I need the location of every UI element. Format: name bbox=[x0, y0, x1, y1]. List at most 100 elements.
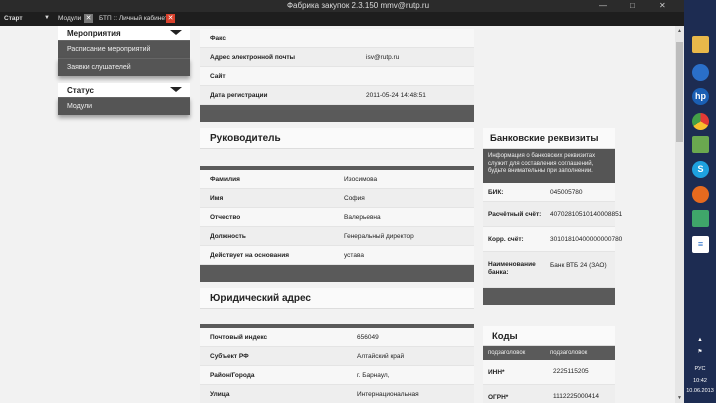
close-window-button[interactable]: ✕ bbox=[659, 1, 666, 10]
clock-date: 10.06.2013 bbox=[686, 388, 714, 394]
tab-bar: Старт ▼ Модули ✕ БТП :: Личный кабинет ✕ bbox=[0, 12, 684, 26]
field-value: 40702810510140008851 bbox=[550, 211, 623, 218]
field-value: Алтайский край bbox=[357, 353, 405, 360]
chevron-up-icon[interactable]: ▲ bbox=[684, 337, 716, 343]
field-label: Адрес электронной почты bbox=[210, 54, 296, 61]
field-value: Банк ВТБ 24 (ЗАО) bbox=[550, 262, 607, 269]
minimize-button[interactable]: — bbox=[599, 1, 607, 10]
field-value: Валерьевна bbox=[344, 214, 381, 221]
field-label: Действует на основания bbox=[210, 252, 289, 259]
table-row: Действует на основания устава bbox=[200, 246, 474, 265]
field-label: Почтовый индекс bbox=[210, 334, 268, 341]
bank-notice: Информация о банковских реквизитах служи… bbox=[483, 149, 615, 183]
table-row: Почтовый индекс 656049 bbox=[200, 328, 474, 347]
field-label: Отчество bbox=[210, 214, 241, 221]
field-label: Фамилия bbox=[210, 176, 240, 183]
scroll-down-icon[interactable]: ▼ bbox=[675, 395, 684, 401]
column-header: подзаголовок bbox=[488, 350, 526, 356]
network-icon[interactable] bbox=[692, 136, 709, 153]
app-icon[interactable] bbox=[692, 210, 709, 227]
window-titlebar: Фабрика закупок 2.3.150 mmv@rutp.ru — □ … bbox=[0, 0, 716, 12]
table-row: Наименование банка: Банк ВТБ 24 (ЗАО) bbox=[483, 252, 615, 288]
tab-cabinet-close-icon[interactable]: ✕ bbox=[166, 14, 175, 23]
column-header: подзаголовок bbox=[550, 350, 588, 356]
field-value: isv@rutp.ru bbox=[366, 54, 400, 61]
field-label: Расчётный счёт: bbox=[488, 211, 542, 218]
field-value: Интернациональная bbox=[357, 391, 419, 398]
tab-personal-cabinet[interactable]: БТП :: Личный кабинет bbox=[99, 15, 168, 22]
field-label: Сайт bbox=[210, 73, 226, 80]
section-footer-bar bbox=[483, 288, 615, 305]
field-value: 656049 bbox=[357, 334, 379, 341]
collapse-triangle-icon[interactable] bbox=[170, 87, 182, 92]
field-value: Изосимова bbox=[344, 176, 378, 183]
events-menu-title: Мероприятия bbox=[67, 29, 121, 38]
status-menu-header[interactable]: Статус bbox=[58, 83, 190, 97]
table-row: Фамилия Изосимова bbox=[200, 170, 474, 189]
field-value: 30101810400000000780 bbox=[550, 236, 623, 243]
table-row: Улица Интернациональная bbox=[200, 385, 474, 403]
field-label: Район/Города bbox=[210, 372, 255, 379]
scrollbar-thumb[interactable] bbox=[676, 42, 683, 142]
window-title: Фабрика закупок 2.3.150 mmv@rutp.ru bbox=[286, 1, 430, 10]
field-value: г. Барнаул, bbox=[357, 372, 390, 379]
field-label: Корр. счёт: bbox=[488, 236, 524, 243]
chevron-down-icon[interactable]: ▼ bbox=[44, 15, 50, 21]
legal-address-section-title: Юридический адрес bbox=[200, 288, 474, 309]
field-label: Наименование банка: bbox=[488, 261, 536, 276]
bank-section-title: Банковские реквизиты bbox=[483, 128, 615, 149]
menu-item-listener-requests[interactable]: Заявки слушателей bbox=[58, 58, 190, 76]
section-footer-bar bbox=[200, 265, 474, 282]
field-value: устава bbox=[344, 252, 364, 259]
field-value: София bbox=[344, 195, 365, 202]
section-footer-bar bbox=[200, 105, 474, 122]
tab-modules-close-icon[interactable]: ✕ bbox=[84, 14, 93, 23]
table-row: БИК: 045005780 bbox=[483, 183, 615, 202]
collapse-triangle-icon[interactable] bbox=[170, 30, 182, 35]
document-icon[interactable]: ≡ bbox=[692, 236, 709, 253]
chrome-icon[interactable] bbox=[692, 113, 709, 130]
field-value: 2011-05-24 14:48:51 bbox=[366, 92, 426, 99]
table-row: ИНН* 2225115205 bbox=[483, 360, 615, 385]
field-value: Генеральный директор bbox=[344, 233, 414, 240]
table-row: Адрес электронной почты isv@rutp.ru bbox=[200, 48, 474, 67]
table-row: Субъект РФ Алтайский край bbox=[200, 347, 474, 366]
language-indicator[interactable]: РУС bbox=[684, 366, 716, 372]
field-label: Должность bbox=[210, 233, 246, 240]
clock-time[interactable]: 10:42 bbox=[684, 378, 716, 384]
table-row: Имя София bbox=[200, 189, 474, 208]
codes-table-header: подзаголовок подзаголовок bbox=[483, 346, 615, 360]
field-label: Дата регистрации bbox=[210, 92, 268, 99]
start-menu-button[interactable]: Старт bbox=[4, 15, 23, 22]
firefox-icon[interactable] bbox=[692, 186, 709, 203]
hp-icon[interactable]: hp bbox=[692, 88, 709, 105]
scroll-up-icon[interactable]: ▲ bbox=[675, 28, 684, 34]
table-row: ОГРН* 1112225000414 bbox=[483, 385, 615, 403]
codes-section-title: Коды bbox=[483, 326, 615, 346]
left-menu: Мероприятия Расписание мероприятий Заявк… bbox=[58, 26, 190, 121]
field-label: Имя bbox=[210, 195, 224, 202]
page-content: Мероприятия Расписание мероприятий Заявк… bbox=[0, 26, 684, 403]
table-row: Расчётный счёт: 40702810510140008851 bbox=[483, 202, 622, 227]
status-menu-title: Статус bbox=[67, 86, 94, 95]
flag-icon[interactable]: ⚑ bbox=[684, 349, 716, 355]
field-label: Субъект РФ bbox=[210, 353, 249, 360]
table-row: Район/Города г. Барнаул, bbox=[200, 366, 474, 385]
field-label: Факс bbox=[210, 35, 226, 42]
table-row: Отчество Валерьевна bbox=[200, 208, 474, 227]
globe-icon[interactable] bbox=[692, 64, 709, 81]
folder-icon[interactable] bbox=[692, 36, 709, 53]
vertical-scrollbar[interactable]: ▲ ▼ bbox=[675, 26, 684, 403]
maximize-button[interactable]: □ bbox=[630, 1, 635, 10]
table-row: Сайт bbox=[200, 67, 474, 86]
menu-item-modules[interactable]: Модули bbox=[58, 97, 190, 115]
field-value: 1112225000414 bbox=[553, 393, 600, 400]
field-label: Улица bbox=[210, 391, 230, 398]
table-row: Дата регистрации 2011-05-24 14:48:51 bbox=[200, 86, 474, 105]
table-row: Факс bbox=[200, 29, 474, 48]
events-menu-header[interactable]: Мероприятия bbox=[58, 26, 190, 40]
tab-modules[interactable]: Модули bbox=[58, 15, 81, 22]
skype-icon[interactable]: S bbox=[692, 161, 709, 178]
menu-item-event-schedule[interactable]: Расписание мероприятий bbox=[58, 40, 190, 58]
taskbar: hp S ≡ ▲ ⚑ РУС 10:42 10.06.2013 bbox=[684, 0, 716, 403]
